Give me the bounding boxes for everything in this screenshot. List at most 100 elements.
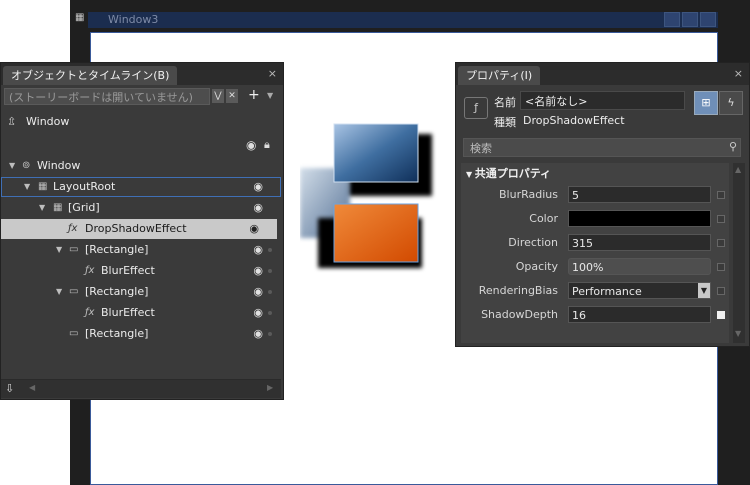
property-row-opacity: Opacity 100% [461,256,738,278]
tree-item-label: [Rectangle] [85,285,149,298]
grid-element-icon: ▦ [38,181,48,192]
top-blue-rect [333,123,419,183]
artwork-rectangles[interactable] [300,118,440,278]
visibility-header-eye-icon[interactable]: ◉ [246,138,256,152]
visibility-eye-icon[interactable]: ◉ [253,282,263,302]
effect-fx-icon: ƒx [85,307,95,318]
advanced-options-marker[interactable] [717,287,725,295]
effect-fx-icon: ƒx [85,265,95,276]
objects-panel-titlebar: オブジェクトとタイムライン(B) × [1,63,283,85]
advanced-options-marker[interactable] [717,311,725,319]
tree-item-label: [Rectangle] [85,243,149,256]
scroll-right-icon[interactable]: ▶ [267,383,273,392]
lock-dot-icon[interactable] [268,311,272,315]
lock-header-icon[interactable]: 🔒︎ [264,138,270,152]
collapse-triangle-icon[interactable]: ▼ [56,240,62,260]
scope-up-icon[interactable]: ⇫ [7,115,16,128]
add-storyboard-button[interactable]: + [248,87,260,103]
tree-item-label: BlurEffect [101,306,155,319]
grid-element-icon: ▦ [53,202,63,213]
renderingbias-select[interactable]: Performance [568,282,711,299]
blurradius-input[interactable]: 5 [568,186,711,203]
shadowdepth-input[interactable]: 16 [568,306,711,323]
properties-panel: プロパティ(I) × ƒ 名前 <名前なし> 種類 DropShadowEffe… [455,62,750,347]
scroll-up-icon[interactable]: ▲ [735,165,741,174]
maximize-button[interactable] [682,12,698,27]
visibility-eye-icon[interactable]: ◉ [253,178,263,196]
visibility-eye-icon[interactable]: ◉ [253,240,263,260]
designer-window-title: Window3 [108,13,159,26]
tree-item-grid[interactable]: ▼ ▦ [Grid] ◉ [1,198,281,218]
events-view-icon[interactable]: ϟ [719,91,743,115]
properties-panel-tab[interactable]: プロパティ(I) [458,66,541,85]
tree-item-dropshadoweffect-selected[interactable]: ƒx DropShadowEffect ◉ [1,219,277,239]
storyboard-dropdown-icon[interactable]: ⋁ [212,89,224,103]
property-label: Opacity [515,260,558,273]
close-window-button[interactable] [700,12,716,27]
collapse-triangle-icon[interactable]: ▼ [9,156,15,176]
tree-item-rectangle-2[interactable]: ▼ ▭ [Rectangle] ◉ [1,282,281,302]
property-row-direction: Direction 315 [461,232,738,254]
tree-item-blureffect-2[interactable]: ƒx BlurEffect ◉ [1,303,281,323]
objects-panel-tab[interactable]: オブジェクトとタイムライン(B) [3,66,178,85]
element-type-icon: ƒ [464,97,488,119]
property-search-input[interactable]: 検索 [463,138,741,157]
minimize-button[interactable] [664,12,680,27]
window-element-icon: ⊚ [22,160,31,171]
advanced-options-marker[interactable] [717,215,725,223]
opacity-input[interactable]: 100% [568,258,711,275]
collapse-triangle-icon[interactable]: ▼ [39,198,45,218]
tree-item-label: [Grid] [68,201,100,214]
scope-label: Window [26,115,70,128]
properties-view-icon[interactable]: ⊞ [694,91,718,115]
close-storyboard-icon[interactable]: ✕ [226,89,238,103]
search-icon[interactable]: ⚲ [729,140,737,153]
property-row-shadowdepth: ShadowDepth 16 [461,304,738,326]
property-label: ShadowDepth [481,308,558,321]
visibility-eye-icon[interactable]: ◉ [253,324,263,344]
color-swatch[interactable] [568,210,711,227]
name-input[interactable]: <名前なし> [520,91,685,110]
property-label: Color [529,212,558,225]
lock-dot-icon[interactable] [268,290,272,294]
tree-item-rectangle-1[interactable]: ▼ ▭ [Rectangle] ◉ [1,240,281,260]
timeline-toggle-icon[interactable]: ⇩ [5,382,14,395]
collapse-triangle-icon[interactable]: ▼ [24,178,30,196]
category-header[interactable]: ▼ 共通プロパティ [466,165,551,181]
tree-item-window[interactable]: ▼ ⊚ Window [1,156,281,176]
lock-dot-icon[interactable] [268,248,272,252]
scroll-left-icon[interactable]: ◀ [29,383,35,392]
visibility-eye-icon[interactable]: ◉ [253,261,263,281]
lock-dot-icon[interactable] [268,269,272,273]
advanced-options-marker[interactable] [717,191,725,199]
advanced-options-marker[interactable] [717,263,725,271]
objects-panel-close-button[interactable]: × [268,67,277,80]
properties-panel-close-button[interactable]: × [734,67,743,80]
tree-item-layoutroot[interactable]: ▼ ▦ LayoutRoot ◉ [1,177,281,197]
scroll-down-icon[interactable]: ▼ [735,329,741,338]
visibility-eye-icon[interactable]: ◉ [253,303,263,323]
properties-panel-titlebar: プロパティ(I) × [456,63,749,85]
tree-item-label: LayoutRoot [53,180,116,193]
objects-panel-footer: ⇩ ◀ ▶ [1,379,281,398]
advanced-options-marker[interactable] [717,239,725,247]
tree-item-blureffect-1[interactable]: ƒx BlurEffect ◉ [1,261,281,281]
name-label: 名前 [494,96,516,109]
chevron-down-icon[interactable]: ▼ [698,283,710,298]
tree-item-rectangle-3[interactable]: ▭ [Rectangle] ◉ [1,324,281,344]
storyboard-selector[interactable]: (ストーリーボードは開いていません) [4,88,210,105]
type-label: 種類 [494,116,516,129]
collapse-triangle-icon[interactable]: ▼ [56,282,62,302]
orange-rect [333,203,419,263]
property-row-renderingbias: RenderingBias Performance ▼ [461,280,738,302]
grid-icon[interactable]: ▦ [75,13,85,23]
property-label: Direction [508,236,558,249]
rectangle-element-icon: ▭ [69,244,79,255]
direction-input[interactable]: 315 [568,234,711,251]
storyboard-menu-icon[interactable]: ▼ [267,91,273,100]
visibility-eye-icon[interactable]: ◉ [253,198,263,218]
lock-dot-icon[interactable] [268,332,272,336]
collapse-triangle-icon[interactable]: ▼ [466,170,475,179]
tree-item-label: Window [37,159,81,172]
visibility-eye-icon[interactable]: ◉ [249,219,259,239]
